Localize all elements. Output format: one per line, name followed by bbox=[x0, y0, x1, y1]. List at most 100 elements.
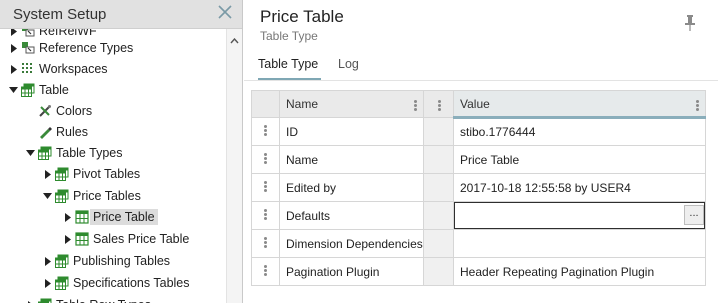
grid-row[interactable]: Defaults... bbox=[251, 201, 706, 230]
defaults-input[interactable] bbox=[454, 202, 705, 229]
row-drag-handle-icon[interactable] bbox=[251, 201, 280, 230]
table-types-icon bbox=[38, 146, 52, 160]
page-subtitle: Table Type bbox=[260, 29, 318, 43]
defaults-value-editor[interactable]: ... bbox=[453, 201, 706, 230]
panel-title: System Setup bbox=[13, 6, 107, 23]
browse-button[interactable]: ... bbox=[684, 205, 704, 225]
gap-cell bbox=[423, 257, 454, 286]
tree-item-publishing-tables[interactable]: Publishing Tables bbox=[42, 251, 170, 271]
pin-icon[interactable] bbox=[684, 14, 696, 35]
property-value[interactable]: 2017-10-18 12:55:58 by USER4 bbox=[453, 173, 706, 202]
property-name: Pagination Plugin bbox=[279, 257, 424, 286]
properties-grid: Name Value ID stibo.1776444 Name Price Tabl… bbox=[251, 90, 706, 286]
expand-arrow-icon[interactable] bbox=[42, 169, 53, 179]
gap-cell bbox=[423, 201, 454, 230]
property-value[interactable] bbox=[453, 229, 706, 258]
tree-item-pivot-tables[interactable]: Pivot Tables bbox=[42, 164, 140, 184]
collapse-arrow-icon[interactable] bbox=[25, 150, 36, 156]
table-types-icon bbox=[55, 276, 69, 290]
gap-cell bbox=[423, 229, 454, 258]
table-icon bbox=[75, 210, 89, 224]
page-title: Price Table bbox=[260, 7, 344, 26]
tree-item-label: Publishing Tables bbox=[73, 254, 171, 268]
value-header-label: Value bbox=[460, 96, 490, 111]
row-drag-handle-icon[interactable] bbox=[251, 173, 280, 202]
tab-log[interactable]: Log bbox=[338, 53, 364, 81]
column-menu-icon[interactable] bbox=[437, 99, 441, 112]
gap-cell bbox=[423, 117, 454, 146]
table-types-icon bbox=[55, 189, 69, 203]
property-name: Name bbox=[279, 145, 424, 174]
setup-tree: RefRelWF Reference Types Workspaces Table Co… bbox=[0, 29, 226, 303]
tree-item-table[interactable]: Table bbox=[8, 80, 69, 100]
tree-item-colors[interactable]: Colors bbox=[25, 101, 92, 121]
tree-item-specifications-tables[interactable]: Specifications Tables bbox=[42, 273, 190, 293]
expand-arrow-icon[interactable] bbox=[8, 43, 19, 53]
scroll-up-arrow-icon[interactable] bbox=[230, 33, 239, 47]
tab-divider bbox=[244, 80, 718, 81]
tree-item-label: Table Row Types bbox=[56, 298, 151, 303]
close-icon[interactable] bbox=[217, 4, 233, 20]
property-name: ID bbox=[279, 117, 424, 146]
tree-item-label: Price Tables bbox=[73, 189, 141, 203]
system-setup-panel: System Setup RefRelWF Reference Types Work… bbox=[0, 0, 243, 303]
workspaces-icon bbox=[21, 62, 35, 76]
row-drag-handle-icon[interactable] bbox=[251, 145, 280, 174]
table-green-icon bbox=[21, 83, 35, 97]
tree-item-table-row-types[interactable]: Table Row Types bbox=[25, 295, 151, 303]
gap-column-header[interactable] bbox=[423, 90, 454, 118]
collapse-arrow-icon[interactable] bbox=[42, 193, 53, 199]
property-name: Dimension Dependencies bbox=[279, 229, 424, 258]
expand-arrow-icon[interactable] bbox=[62, 212, 73, 222]
value-column-header[interactable]: Value bbox=[453, 90, 706, 119]
expand-arrow-icon[interactable] bbox=[42, 256, 53, 266]
expand-arrow-icon[interactable] bbox=[42, 278, 53, 288]
expand-arrow-icon[interactable] bbox=[8, 64, 19, 74]
tree-item-price-table[interactable]: Price Table bbox=[62, 207, 158, 227]
tree-item-label: Rules bbox=[56, 125, 88, 139]
gap-cell bbox=[423, 145, 454, 174]
tree-item-label: Pivot Tables bbox=[73, 167, 141, 181]
grid-row[interactable]: Pagination Plugin Header Repeating Pagina… bbox=[251, 257, 706, 286]
tree-item-label: Price Table bbox=[90, 209, 158, 225]
panel-header: System Setup bbox=[0, 0, 242, 29]
property-value[interactable]: Header Repeating Pagination Plugin bbox=[453, 257, 706, 286]
grid-row[interactable]: ID stibo.1776444 bbox=[251, 117, 706, 146]
table-types-icon bbox=[55, 167, 69, 181]
tree-item-label: Table Types bbox=[56, 146, 123, 160]
grid-header-row: Name Value bbox=[251, 90, 706, 119]
grid-row[interactable]: Name Price Table bbox=[251, 145, 706, 174]
name-column-header[interactable]: Name bbox=[279, 90, 424, 118]
handle-header bbox=[251, 90, 280, 118]
table-types-icon bbox=[55, 254, 69, 268]
tab-table-type[interactable]: Table Type bbox=[258, 53, 321, 81]
tree-item-rules[interactable]: Rules bbox=[25, 122, 88, 142]
property-name: Edited by bbox=[279, 173, 424, 202]
tree-item-sales-price-table[interactable]: Sales Price Table bbox=[62, 229, 189, 249]
reference-types-icon bbox=[21, 41, 35, 55]
editor-panel: Price Table Table Type Table Type Log Na… bbox=[244, 0, 718, 303]
tree-item-workspaces[interactable]: Workspaces bbox=[8, 59, 108, 79]
collapse-arrow-icon[interactable] bbox=[8, 87, 19, 93]
tree-item-label: Specifications Tables bbox=[73, 276, 190, 290]
property-value[interactable]: Price Table bbox=[453, 145, 706, 174]
row-drag-handle-icon[interactable] bbox=[251, 117, 280, 146]
tree-scrollbar[interactable] bbox=[226, 29, 242, 303]
tree-item-reference-types[interactable]: Reference Types bbox=[8, 38, 133, 58]
property-value[interactable]: stibo.1776444 bbox=[453, 117, 706, 146]
tree-item-label: Reference Types bbox=[39, 41, 134, 55]
tree-item-label: RefRelWF bbox=[39, 29, 97, 38]
expand-arrow-icon[interactable] bbox=[62, 234, 73, 244]
expand-arrow-icon[interactable] bbox=[8, 29, 19, 36]
gap-cell bbox=[423, 173, 454, 202]
column-menu-icon[interactable] bbox=[695, 99, 699, 115]
tree-item-table-types[interactable]: Table Types bbox=[25, 143, 122, 163]
row-drag-handle-icon[interactable] bbox=[251, 257, 280, 286]
tree-item-label: Colors bbox=[56, 104, 93, 118]
tree-item-price-tables[interactable]: Price Tables bbox=[42, 186, 141, 206]
rules-icon bbox=[38, 125, 52, 139]
row-drag-handle-icon[interactable] bbox=[251, 229, 280, 258]
grid-row[interactable]: Edited by 2017-10-18 12:55:58 by USER4 bbox=[251, 173, 706, 202]
column-menu-icon[interactable] bbox=[413, 99, 417, 115]
grid-row[interactable]: Dimension Dependencies bbox=[251, 229, 706, 258]
